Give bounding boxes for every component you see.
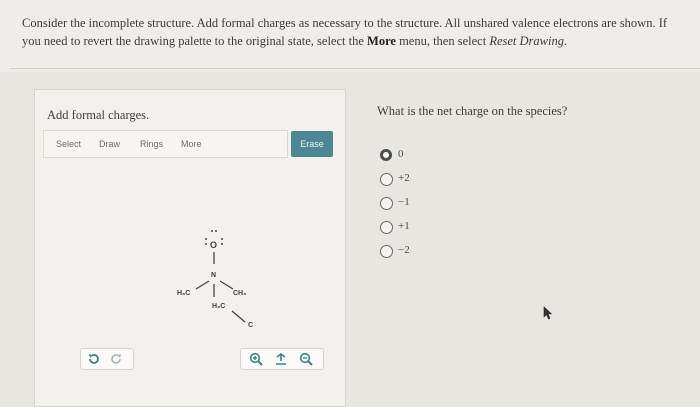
option-label: +2 [398,172,410,184]
mouse-cursor-icon [543,306,553,320]
option-label: +1 [398,220,410,232]
option-minus-1[interactable]: −1 [380,196,440,212]
draw-menu[interactable]: Draw [99,139,120,149]
nitrogen-atom[interactable]: N [211,272,216,279]
lone-pair-dot [205,238,207,240]
instructions-text: Consider the incomplete structure. Add f… [22,16,668,48]
radio-button[interactable] [380,173,393,186]
reset-icon[interactable] [274,352,288,366]
radio-button[interactable] [380,221,393,234]
more-menu[interactable]: More [181,139,202,149]
panel-title: Add formal charges. [47,108,150,122]
question-text: What is the net charge on the species? [377,104,568,118]
radio-button[interactable] [380,245,393,258]
option-label: 0 [398,148,404,160]
lone-pair-dot [221,238,223,240]
option-plus-2[interactable]: +2 [380,172,440,188]
option-plus-1[interactable]: +1 [380,220,440,236]
lower-methyl[interactable]: H₃C [212,303,225,310]
erase-button[interactable]: Erase [291,131,333,157]
left-methyl[interactable]: H₃C [177,290,190,297]
lone-pair-dot [205,243,207,245]
select-menu[interactable]: Select [56,139,81,149]
option-minus-2[interactable]: −2 [380,244,440,260]
option-label: −2 [398,244,410,256]
drawing-panel: Add formal charges. Select Draw Rings Mo… [34,89,346,407]
option-label: −1 [398,196,410,208]
bond-lower-c [231,310,246,323]
option-0[interactable]: 0 [380,148,440,164]
drawing-toolbar: Select Draw Rings More [43,130,288,158]
undo-redo-group [80,348,134,370]
redo-icon[interactable] [109,352,123,366]
radio-selected[interactable] [380,149,392,161]
bond-n-right [219,280,234,290]
more-menu-reference: More [367,34,396,48]
divider [10,68,700,69]
lone-pair-dot [215,230,217,232]
oxygen-atom[interactable]: O [210,240,217,250]
radio-button[interactable] [380,197,393,210]
zoom-controls [240,348,324,370]
reset-drawing-reference: Reset Drawing [489,34,564,48]
lone-pair-dot [211,230,213,232]
rings-menu[interactable]: Rings [140,139,163,149]
lone-pair-dot [221,243,223,245]
right-methyl[interactable]: CH₃ [233,290,246,297]
zoom-out-icon[interactable] [299,352,313,366]
bond-n-left [195,280,210,290]
terminal-carbon[interactable]: C [248,322,253,329]
zoom-in-icon[interactable] [249,352,263,366]
undo-icon[interactable] [87,352,101,366]
